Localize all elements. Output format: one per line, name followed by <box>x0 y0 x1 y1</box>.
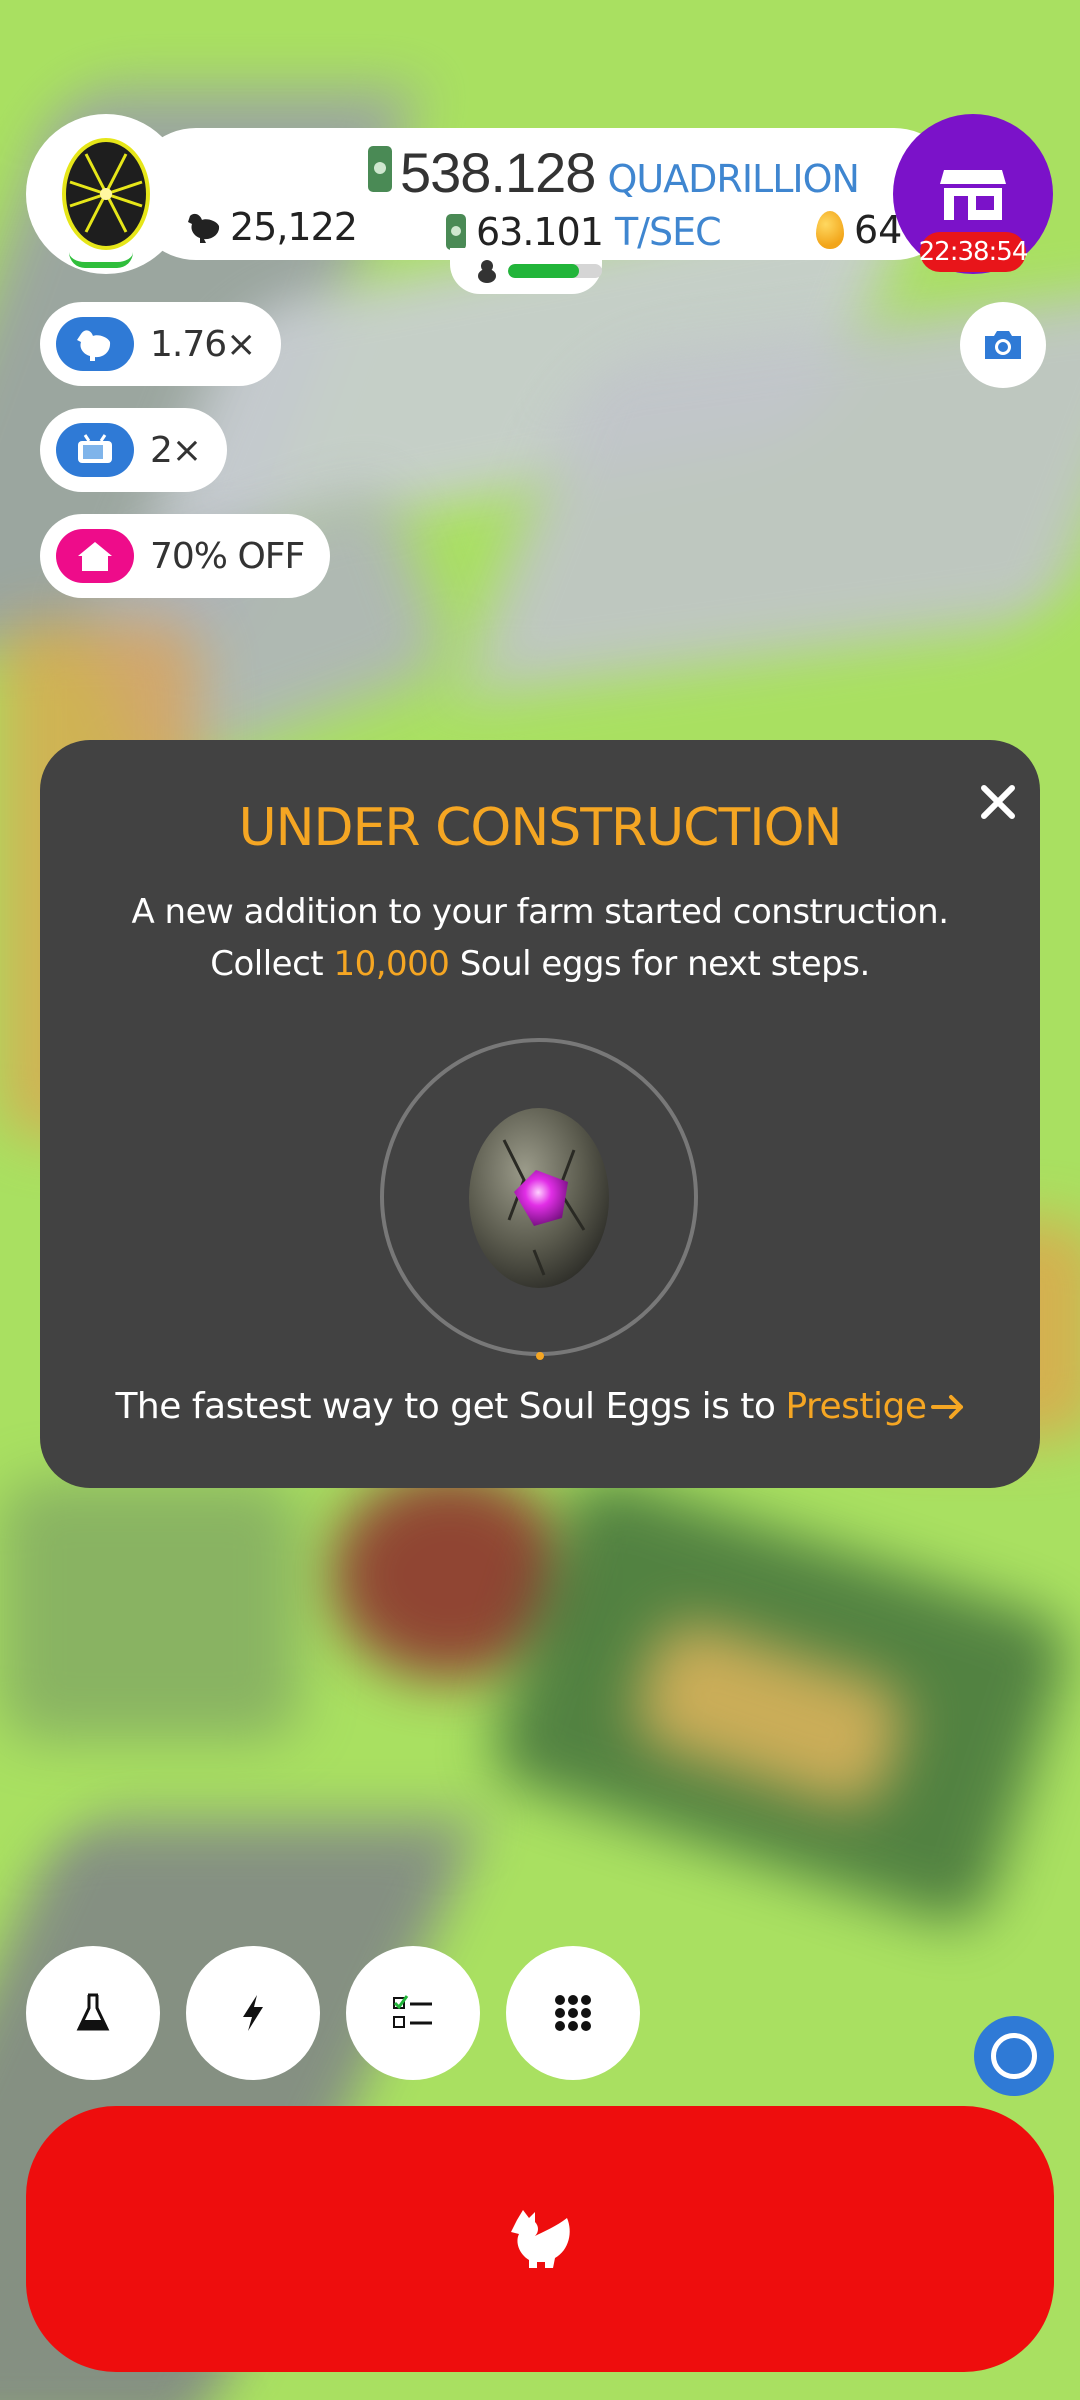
grid-icon <box>555 1995 591 2031</box>
golden-eggs: 64 <box>816 208 902 252</box>
assistant-ring-icon <box>991 2033 1037 2079</box>
soul-egg-icon <box>469 1108 609 1288</box>
golden-egg-icon <box>816 211 844 249</box>
earning-rate-unit: T/SEC <box>614 210 722 254</box>
hatchery-progress-bar <box>508 264 602 278</box>
footer-text: The fastest way to get Soul Eggs is to <box>115 1386 776 1427</box>
menu-button[interactable] <box>506 1946 640 2080</box>
sale-label: 70% OFF <box>150 535 305 577</box>
under-construction-dialog: UNDER CONSTRUCTION A new addition to you… <box>40 740 1040 1488</box>
arrow-right-icon <box>930 1394 963 1419</box>
chicken-icon <box>77 330 111 361</box>
camera-button[interactable] <box>960 302 1046 388</box>
hatch-chicken-button[interactable] <box>26 2106 1054 2372</box>
cash-icon <box>368 146 392 192</box>
chicken-count: 25,122 <box>186 205 358 249</box>
sale-boost-pill[interactable]: 70% OFF <box>40 514 331 598</box>
money-amount: 538.128 <box>400 141 596 204</box>
money-display: 538.128 QUADRILLION <box>368 140 860 205</box>
chicken-icon <box>511 2210 570 2268</box>
assistant-button[interactable] <box>974 2016 1054 2096</box>
chicken-icon <box>188 213 220 243</box>
dialog-title: UNDER CONSTRUCTION <box>238 798 843 858</box>
hatchery-capacity[interactable] <box>450 248 602 294</box>
checklist-icon <box>393 1995 432 2028</box>
boost-multiplier: 1.76× <box>150 323 256 365</box>
flask-icon <box>76 1993 110 2031</box>
progress-ring-marker <box>536 1352 544 1360</box>
hatchery-progress-fill <box>508 264 579 278</box>
camera-icon <box>985 331 1021 359</box>
boost-multiplier: 2× <box>150 429 202 471</box>
prestige-link[interactable]: Prestige <box>785 1386 964 1427</box>
shop-timer: 22:38:54 <box>919 232 1028 272</box>
boosts-button[interactable] <box>186 1946 320 2080</box>
chick-icon <box>478 260 496 283</box>
dialog-description: A new addition to your farm started cons… <box>90 886 990 990</box>
boost-icon-bg <box>56 317 134 371</box>
desc-highlight: 10,000 <box>333 944 450 984</box>
desc-text-2: Soul eggs for next steps. <box>459 944 871 984</box>
boost-icon-bg <box>56 423 134 477</box>
money-unit: QUADRILLION <box>607 157 859 201</box>
dialog-footer: The fastest way to get Soul Eggs is to P… <box>40 1386 1040 1427</box>
prestige-link-label: Prestige <box>785 1386 927 1427</box>
boost-icon-bg <box>56 529 134 583</box>
shop-icon <box>940 170 1006 220</box>
tv-icon <box>78 434 112 463</box>
research-button[interactable] <box>26 1946 160 2080</box>
current-egg-button[interactable] <box>26 114 186 274</box>
video-boost-pill[interactable]: 2× <box>40 408 228 492</box>
cash-icon <box>446 214 466 250</box>
egg-progress <box>69 252 133 268</box>
egg-icon <box>62 138 150 250</box>
missions-button[interactable] <box>346 1946 480 2080</box>
chicken-count-value: 25,122 <box>230 205 358 249</box>
house-icon <box>78 542 112 571</box>
chicken-boost-pill[interactable]: 1.76× <box>40 302 282 386</box>
lightning-icon <box>243 1995 263 2031</box>
